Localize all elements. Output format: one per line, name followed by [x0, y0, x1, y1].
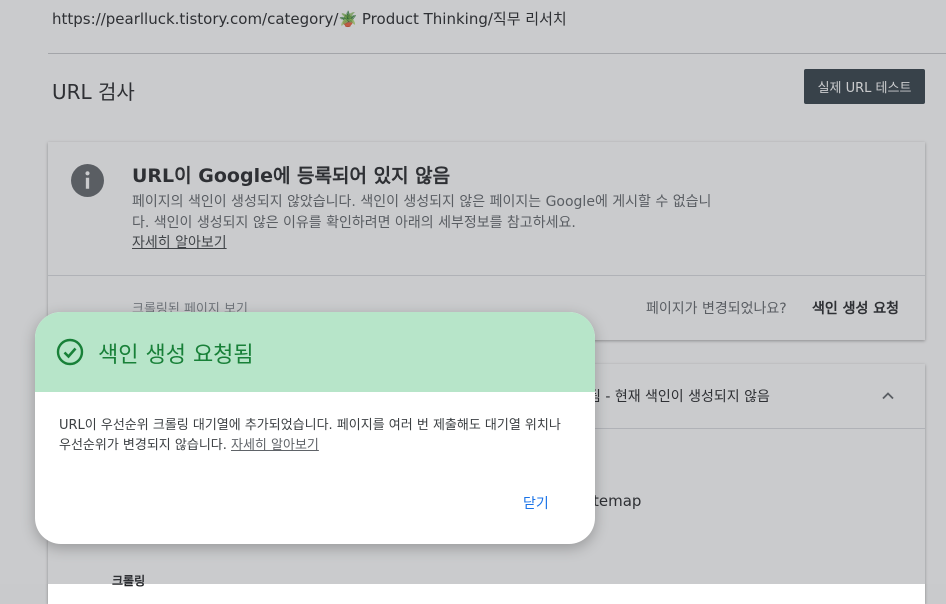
dialog-message: URL이 우선순위 크롤링 대기열에 추가되었습니다. 페이지를 여러 번 제출… — [59, 416, 571, 456]
dialog-title: 색인 생성 요청됨 — [98, 343, 254, 368]
close-button[interactable]: 닫기 — [515, 489, 557, 517]
check-circle-icon — [56, 338, 84, 366]
dialog-header: 색인 생성 요청됨 — [35, 312, 595, 392]
dialog-learn-more-link[interactable]: 자세히 알아보기 — [231, 438, 319, 453]
indexing-requested-dialog: 색인 생성 요청됨 URL이 우선순위 크롤링 대기열에 추가되었습니다. 페이… — [35, 312, 595, 544]
